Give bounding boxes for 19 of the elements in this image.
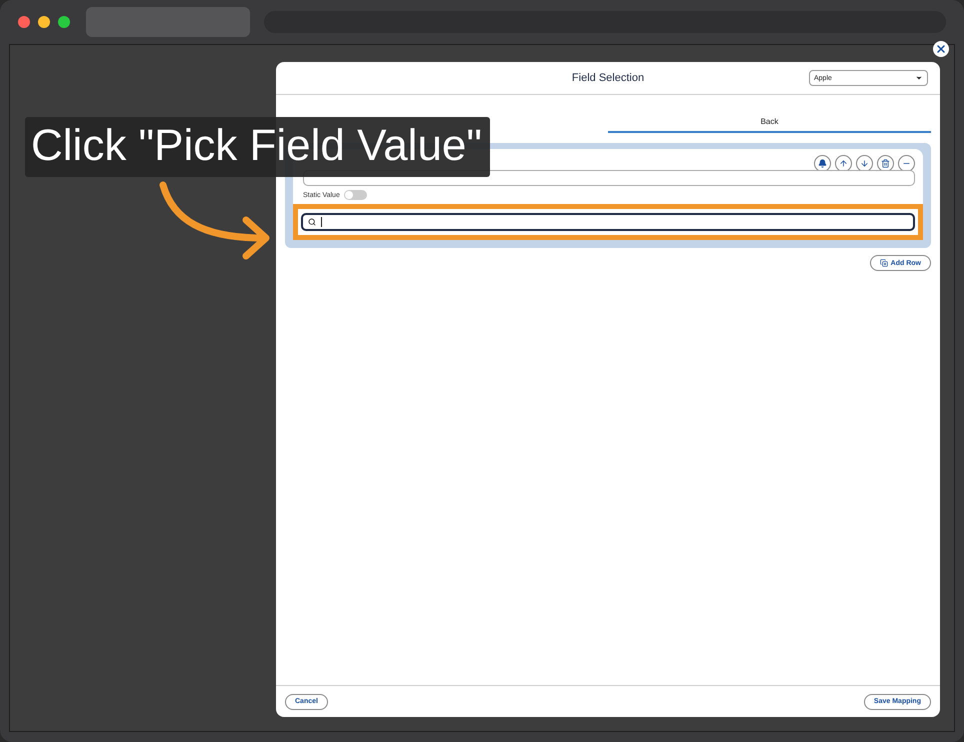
close-window-dot[interactable]: [18, 16, 30, 28]
instruction-tooltip: Click "Pick Field Value": [25, 117, 490, 177]
dialog-title: Field Selection: [572, 72, 644, 84]
search-field[interactable]: [301, 213, 915, 231]
close-icon: [935, 43, 947, 55]
close-button[interactable]: [933, 41, 949, 57]
trash-icon: [881, 159, 890, 168]
tab[interactable]: Back: [608, 111, 931, 133]
caret-icon: [915, 74, 923, 82]
collapse-button[interactable]: [898, 155, 915, 172]
add-copy-icon: [880, 259, 888, 267]
text-cursor: [321, 217, 322, 227]
static-value-toggle[interactable]: [344, 190, 367, 200]
minimize-window-dot[interactable]: [38, 16, 50, 28]
search-icon: [308, 218, 316, 226]
arrow-up-icon: [839, 159, 848, 168]
maximize-window-dot[interactable]: [58, 16, 70, 28]
arrow-down-icon: [860, 159, 869, 168]
bell-icon: [818, 159, 827, 168]
